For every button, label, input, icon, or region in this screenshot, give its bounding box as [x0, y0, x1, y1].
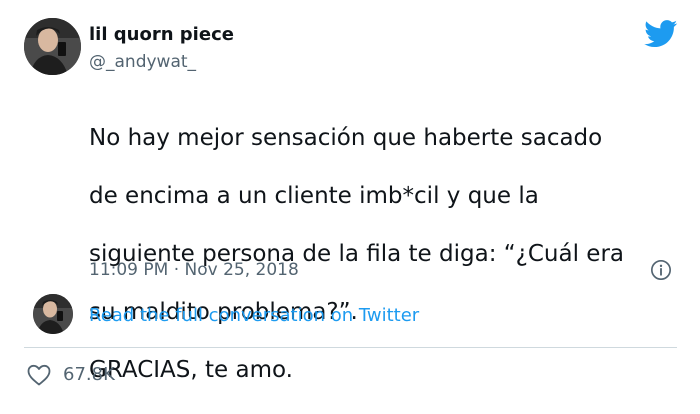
like-count[interactable]: 67.8K [63, 364, 115, 385]
read-conversation-link[interactable]: Read the full conversation on Twitter [89, 305, 419, 326]
avatar-photo [24, 18, 81, 75]
tweet-timestamp[interactable]: 11:09 PM · Nov 25, 2018 [89, 260, 299, 280]
twitter-bird-icon[interactable] [644, 20, 678, 48]
divider [24, 347, 677, 348]
avatar-small[interactable] [33, 294, 73, 334]
info-icon[interactable] [650, 259, 672, 281]
tweet-line: No hay mejor sensación que haberte sacad… [89, 125, 603, 151]
avatar[interactable] [24, 18, 81, 75]
heart-icon[interactable] [27, 364, 51, 386]
avatar-photo [33, 294, 73, 334]
tweet-line: de encima a un cliente imb*cil y que la [89, 183, 539, 209]
display-name[interactable]: lil quorn piece [89, 24, 234, 45]
tweet-line: GRACIAS, te amo. [89, 357, 293, 383]
tweet-text: No hay mejor sensación que haberte sacad… [89, 95, 679, 414]
user-handle[interactable]: @_andywat_ [89, 52, 196, 72]
